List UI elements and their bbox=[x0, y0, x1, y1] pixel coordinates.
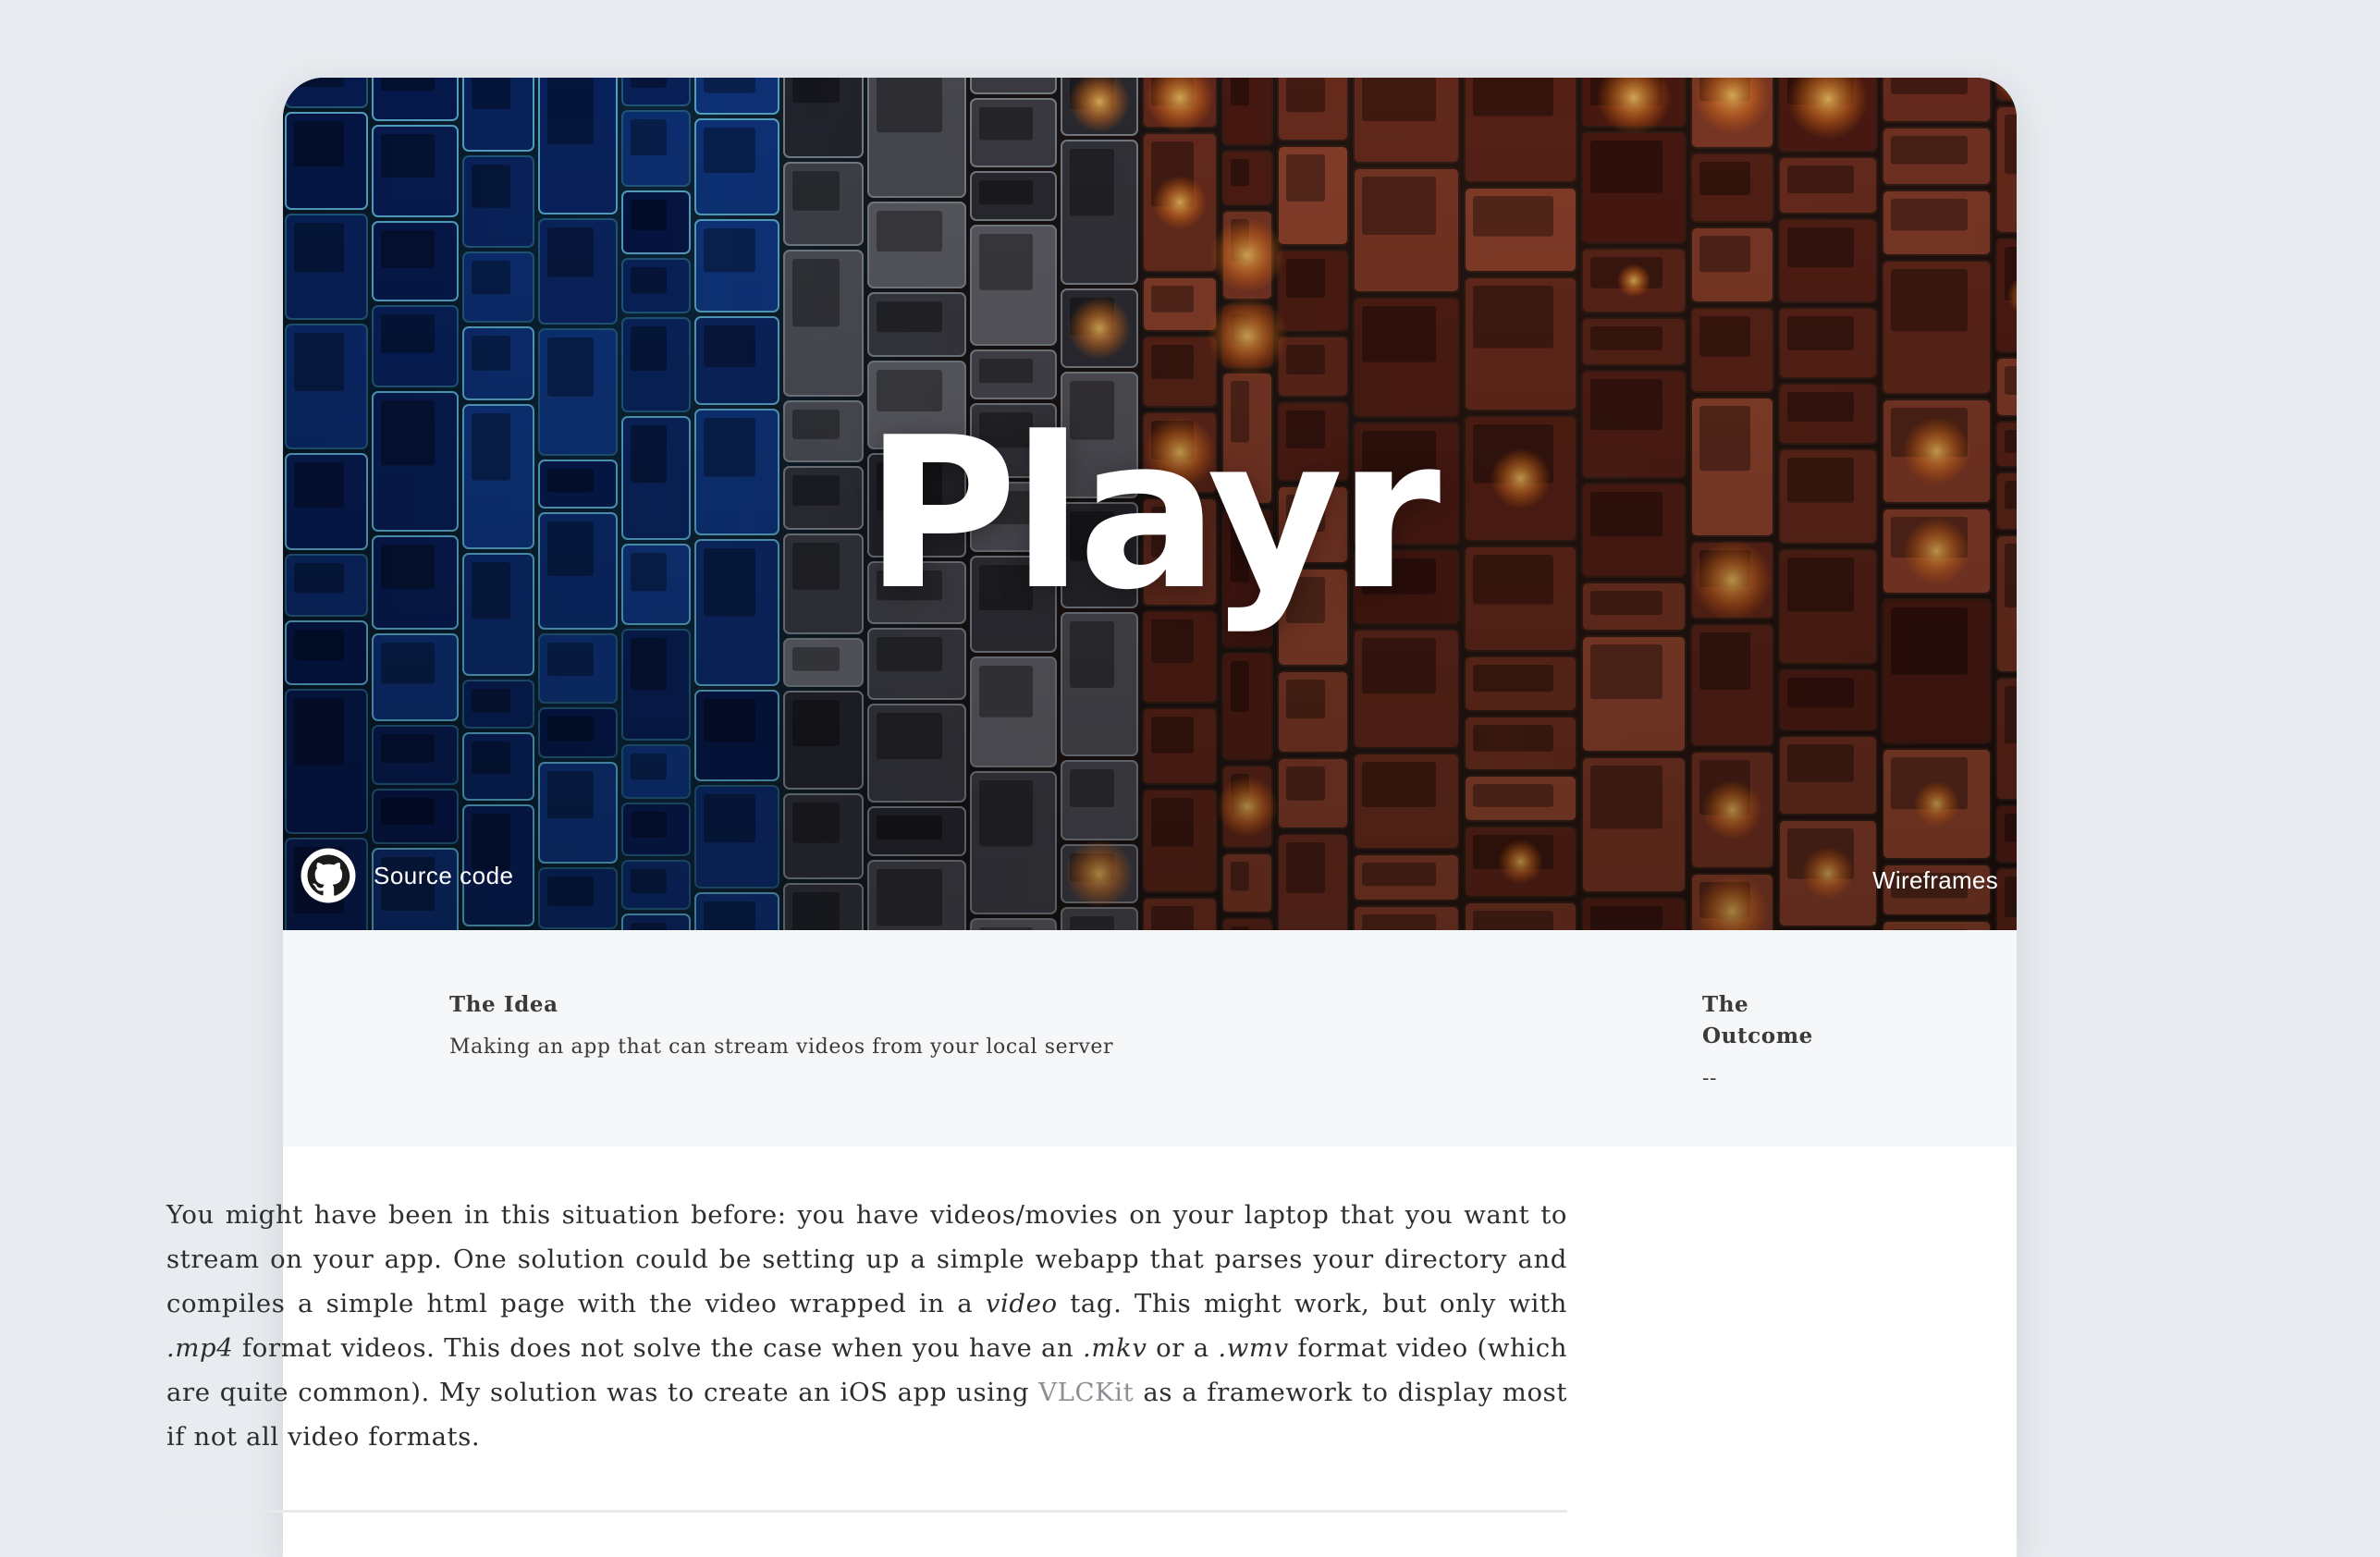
wireframes-link[interactable]: Wireframes bbox=[1872, 866, 1998, 895]
source-code-label: Source code bbox=[374, 861, 514, 889]
text-run: or a bbox=[1147, 1333, 1219, 1363]
vlckit-link[interactable]: VLCKit bbox=[1038, 1378, 1134, 1407]
project-description: You might have been in this situation be… bbox=[166, 1193, 1567, 1459]
text-run: format videos. This does not solve the c… bbox=[233, 1333, 1084, 1363]
outcome-block: The Outcome -- bbox=[1702, 989, 1841, 1095]
hero-banner: Playr Source code Wireframes bbox=[283, 78, 2017, 930]
emphasis-wmv: .wmv bbox=[1218, 1333, 1289, 1363]
section-divider bbox=[166, 1510, 1567, 1513]
idea-block: The Idea Making an app that can stream v… bbox=[449, 989, 1113, 1063]
emphasis-mp4: .mp4 bbox=[166, 1333, 234, 1363]
outcome-heading: The Outcome bbox=[1702, 992, 1813, 1048]
github-icon bbox=[301, 848, 356, 903]
project-title: Playr bbox=[864, 393, 1441, 636]
outcome-text: -- bbox=[1702, 1067, 1718, 1090]
source-code-link[interactable]: Source code bbox=[300, 847, 513, 904]
text-run: tag. This might work, but only with bbox=[1057, 1289, 1567, 1318]
idea-heading: The Idea bbox=[449, 992, 558, 1017]
description-paragraph: You might have been in this situation be… bbox=[166, 1193, 1567, 1459]
emphasis-video: video bbox=[985, 1289, 1058, 1318]
summary-section: The Idea Making an app that can stream v… bbox=[283, 930, 2017, 1146]
idea-text: Making an app that can stream videos fro… bbox=[449, 1036, 1114, 1059]
emphasis-mkv: .mkv bbox=[1083, 1333, 1147, 1363]
